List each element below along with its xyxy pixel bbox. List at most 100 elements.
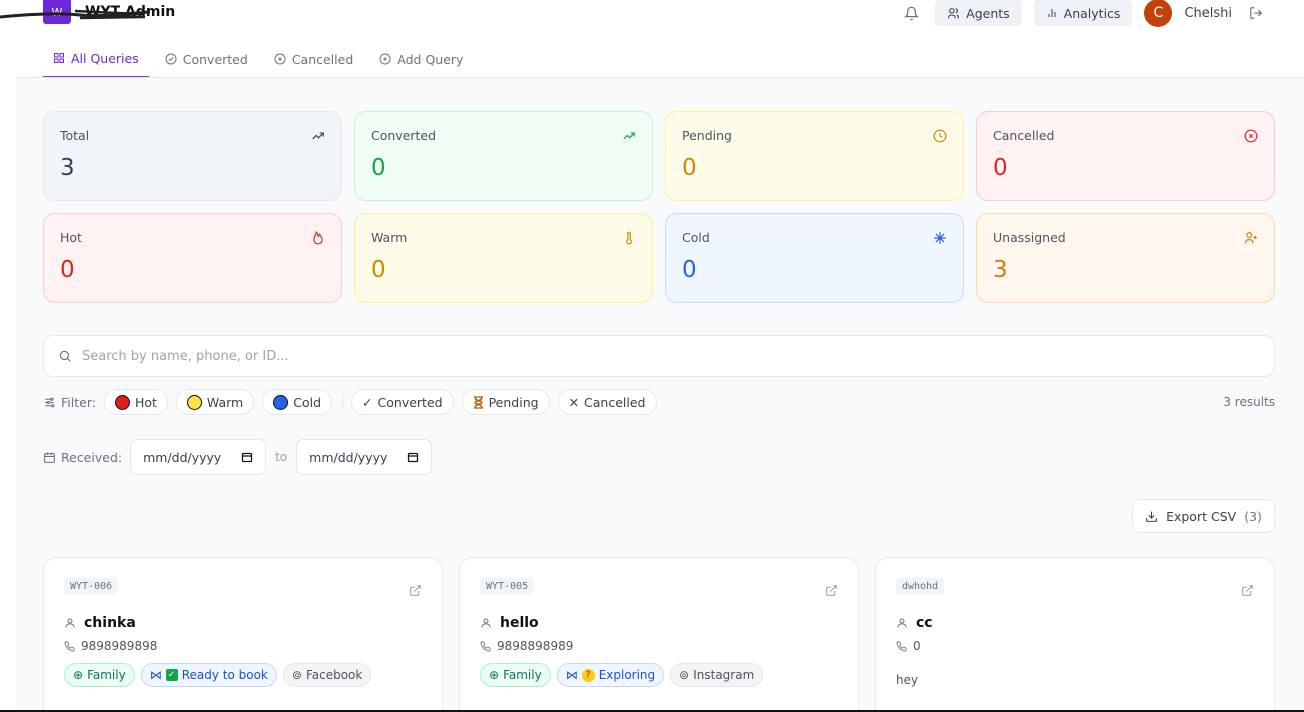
check-box-icon: ✓ [165,669,178,681]
filter-chip-pending[interactable]: Pending [461,389,550,415]
calendar-icon [241,452,253,463]
date-from-input[interactable]: mm/dd/yyyy [130,439,267,475]
chip-label: Converted [377,394,443,410]
date-to-input[interactable]: mm/dd/yyyy [296,439,433,475]
red-circle-icon [114,394,130,410]
filter-chip-cancelled[interactable]: ✕ Cancelled [557,389,657,415]
customer-phone-text: 0 [913,639,921,653]
agents-label: Agents [966,5,1010,21]
tab-label: All Queries [71,50,139,66]
chip-label: Warm [206,394,244,410]
date-from-placeholder: mm/dd/yyyy [143,449,222,465]
snowflake-icon [934,232,946,244]
check-circle-icon [165,53,177,65]
tag-list: ⊕ Family ⋈? Exploring ⊚ Instagram [480,663,838,687]
tab-add-query[interactable]: Add Query [369,40,473,78]
query-card[interactable]: WYT-006 chinka 9898989898 ⊕ Family ⋈ ✓ Read… [43,557,443,712]
grid-icon [54,53,64,63]
x-circle-icon [274,53,286,65]
customer-name-text: cc [916,615,933,631]
tag-source: ⊚ Instagram [670,663,764,687]
tag-label: Exploring [598,668,656,682]
chip-label: Pending [488,394,539,410]
logout-icon[interactable] [1244,1,1268,25]
tab-label: Add Query [397,51,464,67]
search-bar [43,335,1275,377]
tag-family: ⊕ Family [64,663,135,687]
query-card[interactable]: dwhohd cc 0 hey [875,557,1275,712]
redaction-scribble [0,9,150,20]
external-link-icon[interactable] [1241,584,1254,597]
search-input[interactable] [82,348,1082,364]
sliders-icon [45,397,55,407]
stat-value: 0 [60,257,75,283]
stat-label: Cold [682,230,710,245]
stat-card-pending: Pending 0 [665,111,964,201]
customer-phone: 9898898989 [480,639,838,653]
bar-chart-icon [1048,9,1056,17]
tab-converted[interactable]: Converted [155,40,258,78]
query-card[interactable]: WYT-005 hello 9898898989 ⊕ Family ⋈? Explo… [459,557,859,712]
tab-label: Converted [182,51,248,67]
map-pin-icon: ⊚ [679,668,690,682]
received-label: Received: [43,450,122,465]
stat-card-total: Total 3 [43,111,342,201]
user-plus-icon [1245,232,1257,244]
filter-chip-hot[interactable]: Hot [103,389,168,415]
tag-list: ⊕ Family ⋈ ✓ Ready to book ⊚ Facebook [64,663,422,687]
export-label: Export CSV [1166,508,1237,524]
search-icon [59,350,71,362]
plus-circle-icon [379,53,391,65]
stat-label: Cancelled [993,128,1055,143]
x-icon: ✕ [568,394,580,410]
tag-source: ⊚ Facebook [282,663,372,687]
customer-name: chinka [64,615,422,631]
external-link-icon[interactable] [409,584,422,597]
stat-value: 0 [682,257,697,283]
filter-chip-cold[interactable]: Cold [262,389,333,415]
analytics-button[interactable]: Analytics [1033,0,1133,26]
user-name: Chelshi [1184,5,1232,21]
query-id: WYT-005 [480,578,535,595]
tag-label: Family [87,668,126,682]
filter-chip-converted[interactable]: ✓ Converted [351,389,454,415]
filter-label: Filter: [43,395,96,410]
stat-label: Pending [682,128,732,143]
to-label: to [275,450,288,464]
tag-label: Facebook [305,668,363,682]
chip-label: Hot [134,394,157,410]
received-label-text: Received: [61,449,123,465]
chip-label: Cold [293,394,322,410]
tab-all-queries[interactable]: All Queries [43,40,149,78]
customer-phone-text: 9898989898 [81,639,158,653]
hourglass-icon [473,395,483,409]
export-count: (3) [1244,508,1262,524]
check-icon: ✓ [362,394,373,410]
stat-value: 3 [60,155,75,181]
stat-label: Converted [371,128,437,143]
export-csv-button[interactable]: Export CSV (3) [1132,499,1275,533]
tab-cancelled[interactable]: Cancelled [264,40,363,78]
stat-label: Warm [371,230,408,245]
stat-card-hot: Hot 0 [43,213,342,303]
bell-icon[interactable] [899,1,923,25]
top-bar: W WYT Admin Agents Analytics C Chelshi [0,0,1304,27]
trending-up-icon [623,132,635,140]
filter-bar: Filter: Hot Warm Cold ✓ Converted Pendin… [43,388,1275,416]
filter-divider [342,393,344,411]
tag-status: ⋈ ✓ Ready to book [140,663,277,687]
box-icon: ⊕ [73,668,84,682]
tag-label: Ready to book [181,668,268,682]
avatar[interactable]: C [1144,0,1173,27]
external-link-icon[interactable] [825,584,838,597]
customer-name: hello [480,615,838,631]
tag-label: Family [503,668,542,682]
stat-card-converted: Converted 0 [354,111,653,201]
tag-label: Instagram [693,668,755,682]
customer-name: cc [896,615,1254,631]
filter-chip-warm[interactable]: Warm [175,389,255,415]
query-id: WYT-006 [64,578,119,595]
agents-button[interactable]: Agents [935,0,1022,26]
stat-label: Hot [60,230,82,245]
link-icon: ⋈ [149,668,162,682]
